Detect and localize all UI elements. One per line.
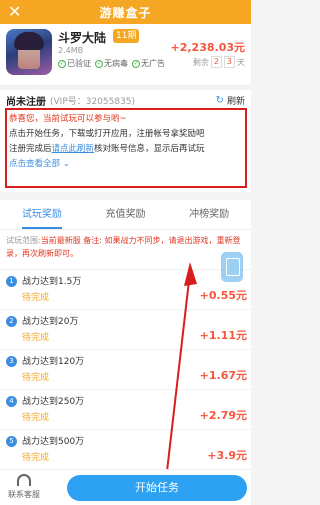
task-name: 战力达到120万 [22,357,85,367]
task-item[interactable]: 4 战力达到250万 待完成 +2.79元 [0,390,251,430]
notice-box: 恭喜您，当前试玩可以参与哟~ 点击开始任务，下载或打开应用，注册帐号拿奖励吧 注… [5,108,247,188]
page-title: 游赚盒子 [99,5,152,20]
registration-status: 尚未注册 (VIP号：32055835) ↻ 刷新 恭喜您，当前试玩可以参与哟~… [0,90,251,192]
status-title: 尚未注册 [6,97,46,108]
task-state: 待完成 [22,373,50,383]
tag-no-virus: ✓ 无病毒 [95,59,128,68]
task-amount: +3.9元 [207,449,247,462]
tab-ranking-reward[interactable]: 冲榜奖励 [167,200,251,229]
refresh-button[interactable]: ↻ 刷新 [216,94,245,107]
game-card: 斗罗大陆 11期 2.4MB ✓ 已验证 ✓ 无病毒 ✓ 无广告 +2,238.03元… [0,24,251,86]
task-amount: +1.11元 [199,329,247,342]
tag-verified: ✓ 已验证 [58,59,91,68]
task-name: 战力达到20万 [22,317,79,327]
task-name: 战力达到500万 [22,437,85,447]
tab-recharge-reward[interactable]: 充值奖励 [84,200,168,229]
task-index: 1 [6,276,17,287]
rule-label: 试玩范围: [6,236,41,245]
close-icon[interactable]: ✕ [8,2,21,22]
customer-service-button[interactable]: 联系客服 [6,474,42,500]
task-list: 1 战力达到1.5万 待完成 +0.55元 2 战力达到20万 待完成 +1.1… [0,270,251,470]
check-icon: ✓ [132,59,140,68]
remaining-days: 剩余 2 3 天 [192,56,245,68]
headset-icon [17,474,31,486]
task-item[interactable]: 3 战力达到120万 待完成 +1.67元 [0,350,251,390]
task-name: 战力达到250万 [22,397,85,407]
rule-text: 当前最新服 备注: 如果战力不同步，请退出游戏，重新登录，再次刷新即可。 [6,236,241,258]
task-state: 待完成 [22,293,50,303]
start-task-button[interactable]: 开始任务 [67,475,247,501]
task-amount: +0.55元 [199,289,247,302]
tab-trial-reward[interactable]: 试玩奖励 [0,200,84,229]
bottom-bar: 联系客服 开始任务 [0,469,251,505]
game-tags: ✓ 已验证 ✓ 无病毒 ✓ 无广告 [58,58,165,69]
refresh-link[interactable]: 请点此刷新 [52,144,95,154]
task-item[interactable]: 1 战力达到1.5万 待完成 +0.55元 [0,270,251,310]
reward-tabs: 试玩奖励 充值奖励 冲榜奖励 [0,200,251,230]
notice-refresh-line: 注册完成后请点此刷新核对账号信息，显示后再试玩 [9,144,205,154]
vip-number: (VIP号：32055835) [50,97,136,107]
task-name: 战力达到1.5万 [22,277,82,287]
tag-no-ads: ✓ 无广告 [132,59,165,68]
notice-instruction: 点击开始任务，下载或打开应用，注册帐号拿奖励吧 [9,129,205,139]
trial-rule: 试玩范围:当前最新服 备注: 如果战力不同步，请退出游戏，重新登录，再次刷新即可… [0,230,251,270]
task-state: 待完成 [22,453,50,463]
view-all-link[interactable]: 点击查看全部 ⌄ [9,157,243,172]
task-state: 待完成 [22,333,50,343]
game-name: 斗罗大陆 [58,31,107,45]
notice-congrats: 恭喜您，当前试玩可以参与哟~ [9,114,127,124]
task-item[interactable]: 5 战力达到500万 待完成 +3.9元 [0,430,251,470]
task-index: 2 [6,316,17,327]
game-icon [6,29,52,75]
task-index: 5 [6,436,17,447]
floating-gift-button[interactable] [221,252,243,282]
check-icon: ✓ [95,59,103,68]
task-index: 3 [6,356,17,367]
task-amount: +1.67元 [199,369,247,382]
total-reward: +2,238.03元 [170,41,246,54]
task-index: 4 [6,396,17,407]
task-amount: +2.79元 [199,409,247,422]
task-item[interactable]: 2 战力达到20万 待完成 +1.11元 [0,310,251,350]
period-badge: 11期 [113,29,140,43]
refresh-icon: ↻ [215,95,224,106]
check-icon: ✓ [58,59,66,68]
game-size: 2.4MB [58,46,84,55]
top-bar: ✕ 游赚盒子 [0,0,251,24]
task-state: 待完成 [22,413,50,423]
